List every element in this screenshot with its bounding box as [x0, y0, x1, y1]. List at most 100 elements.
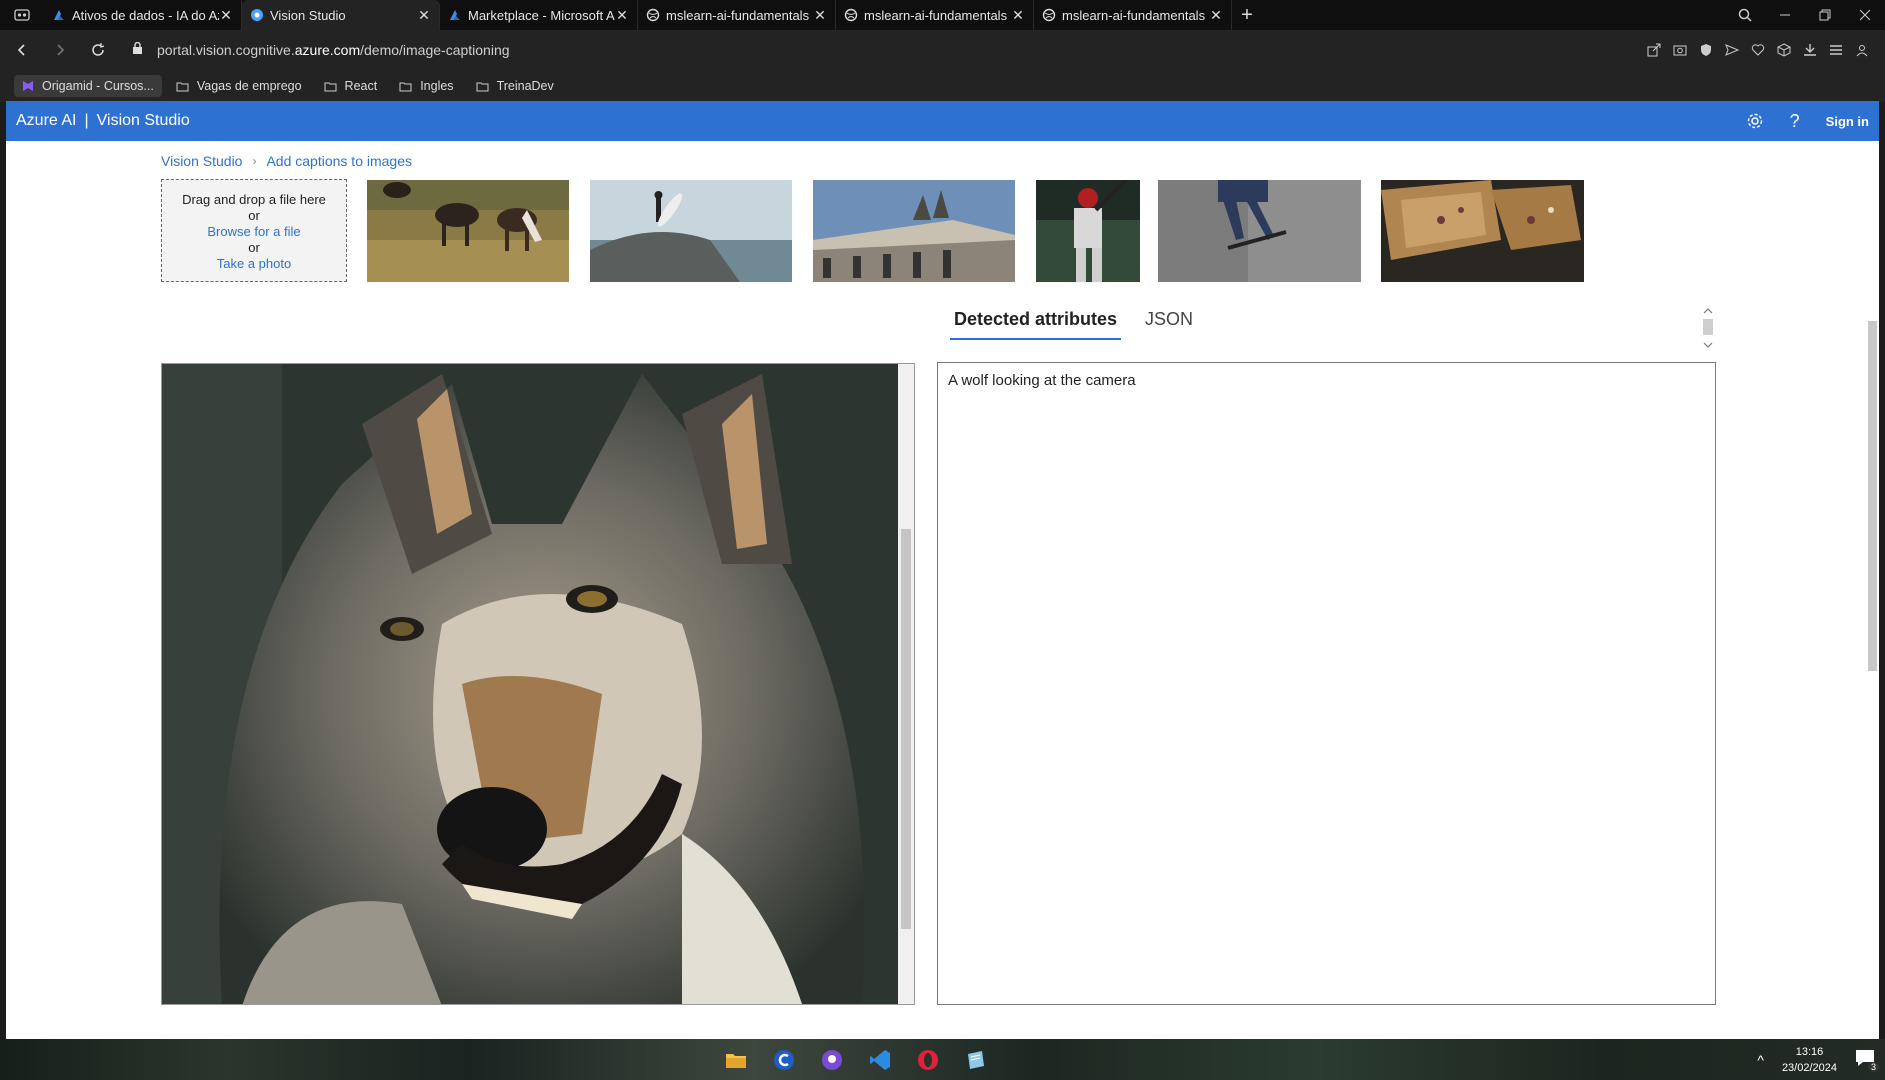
settings-gear-icon[interactable]	[1746, 112, 1764, 130]
sample-image-baseball[interactable]	[1036, 180, 1140, 282]
github-icon[interactable]	[808, 1039, 856, 1080]
bookmark-react[interactable]: React	[324, 79, 377, 93]
caption-text: A wolf looking at the camera	[948, 372, 1136, 389]
breadcrumb-current[interactable]: Add captions to images	[266, 153, 412, 169]
tab-label: Ativos de dados - IA do Azure	[72, 7, 219, 23]
tab-ativos[interactable]: Ativos de dados - IA do Azure ✕	[44, 0, 242, 30]
page-scrollbar-thumb[interactable]	[1868, 321, 1877, 671]
reload-icon[interactable]	[82, 34, 114, 66]
breadcrumb-root[interactable]: Vision Studio	[161, 153, 242, 169]
sample-image-horses[interactable]	[367, 180, 569, 282]
tab-json[interactable]: JSON	[1145, 309, 1193, 340]
bookmark-label: Origamid - Cursos...	[42, 79, 154, 93]
scrollbar-thumb[interactable]	[901, 529, 911, 929]
ccleaner-icon[interactable]	[760, 1039, 808, 1080]
shield-icon[interactable]	[1693, 34, 1719, 66]
close-tab-icon[interactable]: ✕	[1209, 7, 1223, 24]
new-tab-button[interactable]: +	[1232, 0, 1262, 30]
folder-icon	[399, 82, 412, 91]
tab-vision-studio[interactable]: Vision Studio ✕	[242, 0, 440, 30]
clock-time: 13:16	[1795, 1045, 1824, 1058]
close-tab-icon[interactable]: ✕	[615, 7, 629, 24]
clock[interactable]: 13:16 23/02/2024	[1782, 1044, 1837, 1076]
globe-icon	[1042, 8, 1056, 22]
help-icon[interactable]: ?	[1790, 111, 1800, 132]
sample-image-sandwich[interactable]	[1381, 180, 1584, 282]
url-prefix: portal.vision.cognitive.	[157, 42, 295, 58]
brand-link[interactable]: Azure AI | Vision Studio	[16, 112, 190, 130]
page-scrollbar[interactable]	[1866, 141, 1879, 1039]
browse-file-link[interactable]: Browse for a file	[162, 224, 346, 240]
tabs-scrollbar[interactable]	[1700, 306, 1716, 350]
wolf-image	[162, 364, 898, 1004]
window-controls	[1725, 0, 1885, 30]
screen: Ativos de dados - IA do Azure ✕ Vision S…	[0, 0, 1885, 1080]
caption-result-box: A wolf looking at the camera	[937, 362, 1716, 1005]
bookmark-label: Vagas de emprego	[196, 79, 302, 93]
search-tabs-icon[interactable]	[1725, 0, 1765, 30]
product-name: Vision Studio	[96, 112, 190, 129]
lock-icon	[132, 41, 143, 58]
tab-label: mslearn-ai-fundamentals	[666, 7, 810, 23]
tab-label: mslearn-ai-fundamentals	[1062, 7, 1206, 23]
file-explorer-icon[interactable]	[712, 1039, 760, 1080]
url-field[interactable]: portal.vision.cognitive. azure.com/demo/i…	[132, 41, 510, 58]
sign-in-button[interactable]: Sign in	[1826, 114, 1869, 129]
bookmarks-bar: Origamid - Cursos... Vagas de emprego Re…	[0, 70, 1885, 102]
notification-count: 3	[1867, 1062, 1879, 1072]
tab-detected-attributes[interactable]: Detected attributes	[950, 309, 1122, 340]
chevron-right-icon: ›	[252, 154, 257, 168]
close-tab-icon[interactable]: ✕	[813, 7, 827, 24]
opera-icon[interactable]	[904, 1039, 952, 1080]
back-icon[interactable]	[6, 34, 38, 66]
sample-image-building[interactable]	[813, 180, 1015, 282]
folder-icon	[324, 82, 337, 91]
analyzed-image-panel[interactable]	[161, 363, 915, 1005]
vscode-icon[interactable]	[856, 1039, 904, 1080]
browser-toolbar	[1641, 34, 1875, 66]
tab-marketplace[interactable]: Marketplace - Microsoft Azure ✕	[440, 0, 638, 30]
restore-icon[interactable]	[1805, 0, 1845, 30]
close-tab-icon[interactable]: ✕	[1011, 7, 1025, 24]
download-icon[interactable]	[1797, 34, 1823, 66]
share-icon[interactable]	[1641, 34, 1667, 66]
upload-dropzone[interactable]: Drag and drop a file here or Browse for …	[161, 179, 347, 282]
tab-mslearn-2[interactable]: mslearn-ai-fundamentals ✕	[836, 0, 1034, 30]
cube-icon[interactable]	[1771, 34, 1797, 66]
close-window-icon[interactable]	[1845, 0, 1885, 30]
folder-icon	[176, 82, 189, 91]
workspaces-icon[interactable]	[0, 0, 44, 30]
origamid-icon	[23, 81, 33, 91]
tab-label: mslearn-ai-fundamentals	[864, 7, 1008, 23]
take-photo-link[interactable]: Take a photo	[162, 256, 346, 272]
menu-icon[interactable]	[1823, 34, 1849, 66]
page-content: Vision Studio › Add captions to images D…	[6, 141, 1879, 1039]
globe-icon	[844, 8, 858, 22]
close-tab-icon[interactable]: ✕	[219, 7, 233, 24]
taskbar-apps	[712, 1039, 1000, 1080]
bookmark-origamid[interactable]: Origamid - Cursos...	[14, 75, 162, 97]
brand-name: Azure AI	[16, 112, 77, 129]
tab-mslearn-3[interactable]: mslearn-ai-fundamentals ✕	[1034, 0, 1232, 30]
note-app-icon[interactable]	[952, 1039, 1000, 1080]
system-tray: ^ 13:16 23/02/2024 3	[1757, 1039, 1879, 1080]
notifications-icon[interactable]: 3	[1855, 1049, 1879, 1072]
sample-image-skateboarder[interactable]	[1158, 180, 1361, 282]
profile-icon[interactable]	[1849, 34, 1875, 66]
dropzone-or: or	[248, 240, 260, 255]
heart-icon[interactable]	[1745, 34, 1771, 66]
camera-icon[interactable]	[1667, 34, 1693, 66]
sample-image-surfer[interactable]	[590, 180, 792, 282]
chevron-up-icon[interactable]: ^	[1757, 1052, 1764, 1068]
azure-icon	[54, 10, 64, 20]
close-tab-icon[interactable]: ✕	[417, 7, 431, 24]
vision-studio-icon	[251, 9, 263, 21]
bookmark-ingles[interactable]: Ingles	[399, 79, 454, 93]
bookmark-vagas[interactable]: Vagas de emprego	[176, 79, 302, 93]
bookmark-treinadev[interactable]: TreinaDev	[476, 79, 554, 93]
forward-icon[interactable]	[44, 34, 76, 66]
minimize-icon[interactable]	[1765, 0, 1805, 30]
tab-mslearn-1[interactable]: mslearn-ai-fundamentals ✕	[638, 0, 836, 30]
url-domain: azure.com	[294, 42, 361, 58]
send-icon[interactable]	[1719, 34, 1745, 66]
